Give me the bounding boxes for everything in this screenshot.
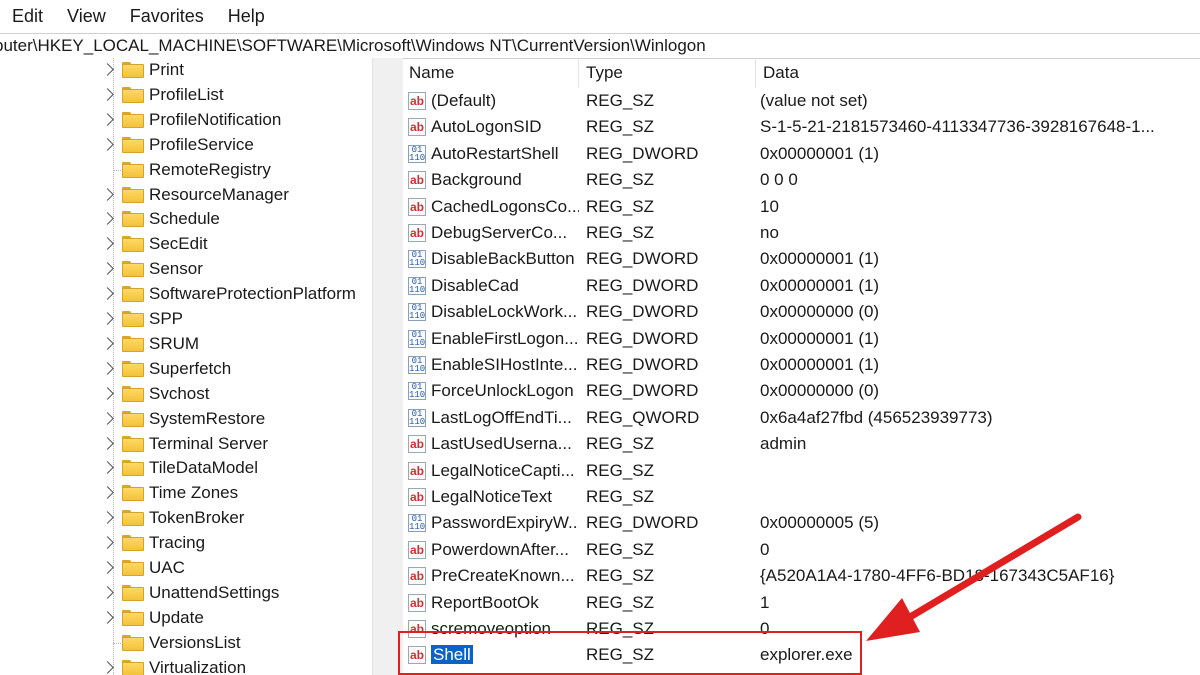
annotation-arrow (866, 513, 1082, 641)
